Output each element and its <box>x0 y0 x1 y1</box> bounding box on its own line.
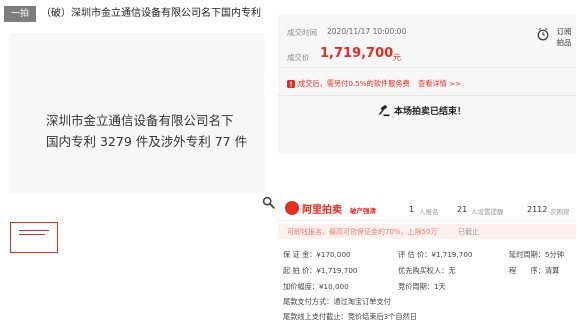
priority-row: 优先购买权人：无 <box>398 266 456 276</box>
procedure-label: 程 序： <box>509 266 545 275</box>
deal-time-label: 成交时间 <box>287 28 317 37</box>
procedure-row: 程 序：清算 <box>509 266 559 276</box>
page-title: （破）深圳市金立通信设备有限公司名下国内专利 <box>41 8 261 19</box>
gavel-icon <box>378 105 390 117</box>
view-details-link[interactable]: 查看详情 >> <box>418 79 461 89</box>
zoom-icon[interactable] <box>262 196 275 209</box>
start-price-value: ¥1,719,700 <box>316 266 358 275</box>
delay-row: 延时周期：5分钟 <box>509 250 564 260</box>
thumbnail-text-line <box>19 230 49 231</box>
deposit-row: 保 证 金：¥170,000 <box>283 250 351 260</box>
auction-ended-text: 本场拍卖已结束！ <box>394 107 467 117</box>
service-fee-notice: 成交后，需另付0.5%的软件服务费 <box>298 79 410 88</box>
delay-value: 5分钟 <box>544 250 564 259</box>
appraisal-value: ¥1,719,700 <box>431 250 473 259</box>
subscribe-button[interactable]: 订阅 拍品 <box>552 26 576 48</box>
deal-price-unit: 元 <box>393 53 401 62</box>
increment-row: 加价幅度：¥10,000 <box>283 282 349 292</box>
deal-time-value: 2020/11/17 10:00:00 <box>327 27 407 36</box>
thumbnail-image[interactable] <box>10 222 58 253</box>
deposit-value: ¥170,000 <box>316 250 351 259</box>
deal-price-label: 成交价 <box>287 53 310 62</box>
main-image-caption: 深圳市金立通信设备有限公司名下 国内专利 3279 件及涉外专利 77 件 <box>46 110 261 152</box>
start-price-row: 起 拍 价：¥1,719,700 <box>283 266 357 276</box>
bid-period-label: 竞价周期： <box>398 282 434 291</box>
deposit-loan-status: 已截止 <box>458 228 479 236</box>
bid-period-row: 竞价周期：1天 <box>398 282 446 292</box>
increment-label: 加价幅度： <box>283 282 319 291</box>
appraisal-label: 评 估 价： <box>398 250 432 259</box>
payment-method-value: 通过淘宝订单支付 <box>333 297 391 306</box>
increment-value: ¥10,000 <box>318 282 349 291</box>
caption-line-2: 国内专利 3279 件及涉外专利 77 件 <box>46 134 248 149</box>
delay-label: 延时周期： <box>509 250 545 259</box>
panel-divider <box>278 67 576 68</box>
start-price-label: 起 拍 价： <box>283 266 317 275</box>
subscribe-label-1: 订阅 <box>556 27 572 36</box>
signup-label: 人报名 <box>419 208 439 216</box>
payment-deadline-row: 尾款线上支付截止：竞价结束后3个自然日 <box>283 312 417 322</box>
priority-label: 优先购买权人： <box>398 266 449 275</box>
subscribe-label-2: 拍品 <box>556 38 572 47</box>
payment-method-row: 尾款支付方式：通过淘宝订单支付 <box>283 297 391 307</box>
signup-count: 1 <box>409 205 415 214</box>
deposit-label: 保 证 金： <box>283 250 317 259</box>
auction-type-tag: 一拍 <box>4 6 36 22</box>
payment-deadline-label: 尾款线上支付截止： <box>283 312 348 321</box>
payment-method-label: 尾款支付方式： <box>283 297 334 306</box>
thumbnail-text-line <box>19 234 45 235</box>
reminder-label: 人设置提醒 <box>471 208 504 216</box>
procedure-value: 清算 <box>544 266 560 275</box>
view-label: 次围观 <box>550 208 570 216</box>
ali-auction-logo-icon <box>285 201 299 215</box>
payment-deadline-value: 竞价结束后3个自然日 <box>347 312 417 321</box>
deposit-loan-text: 可即钱报名，最高可贷保证金的70%，上限50万 <box>287 228 438 236</box>
brand-name: 阿里拍卖 <box>302 205 342 216</box>
bid-period-value: 1天 <box>433 282 446 291</box>
panel-divider <box>278 95 576 96</box>
alarm-clock-icon[interactable] <box>537 27 549 41</box>
reminder-count: 21 <box>457 205 468 214</box>
priority-value: 无 <box>448 266 456 275</box>
deal-price-value: 1,719,700 <box>320 46 394 61</box>
caption-line-1: 深圳市金立通信设备有限公司名下 <box>46 113 234 128</box>
appraisal-row: 评 估 价：¥1,719,700 <box>398 250 472 260</box>
view-count: 2112 <box>527 205 548 214</box>
warning-icon <box>287 80 295 88</box>
brand-sub: 破产强清 <box>350 207 376 215</box>
